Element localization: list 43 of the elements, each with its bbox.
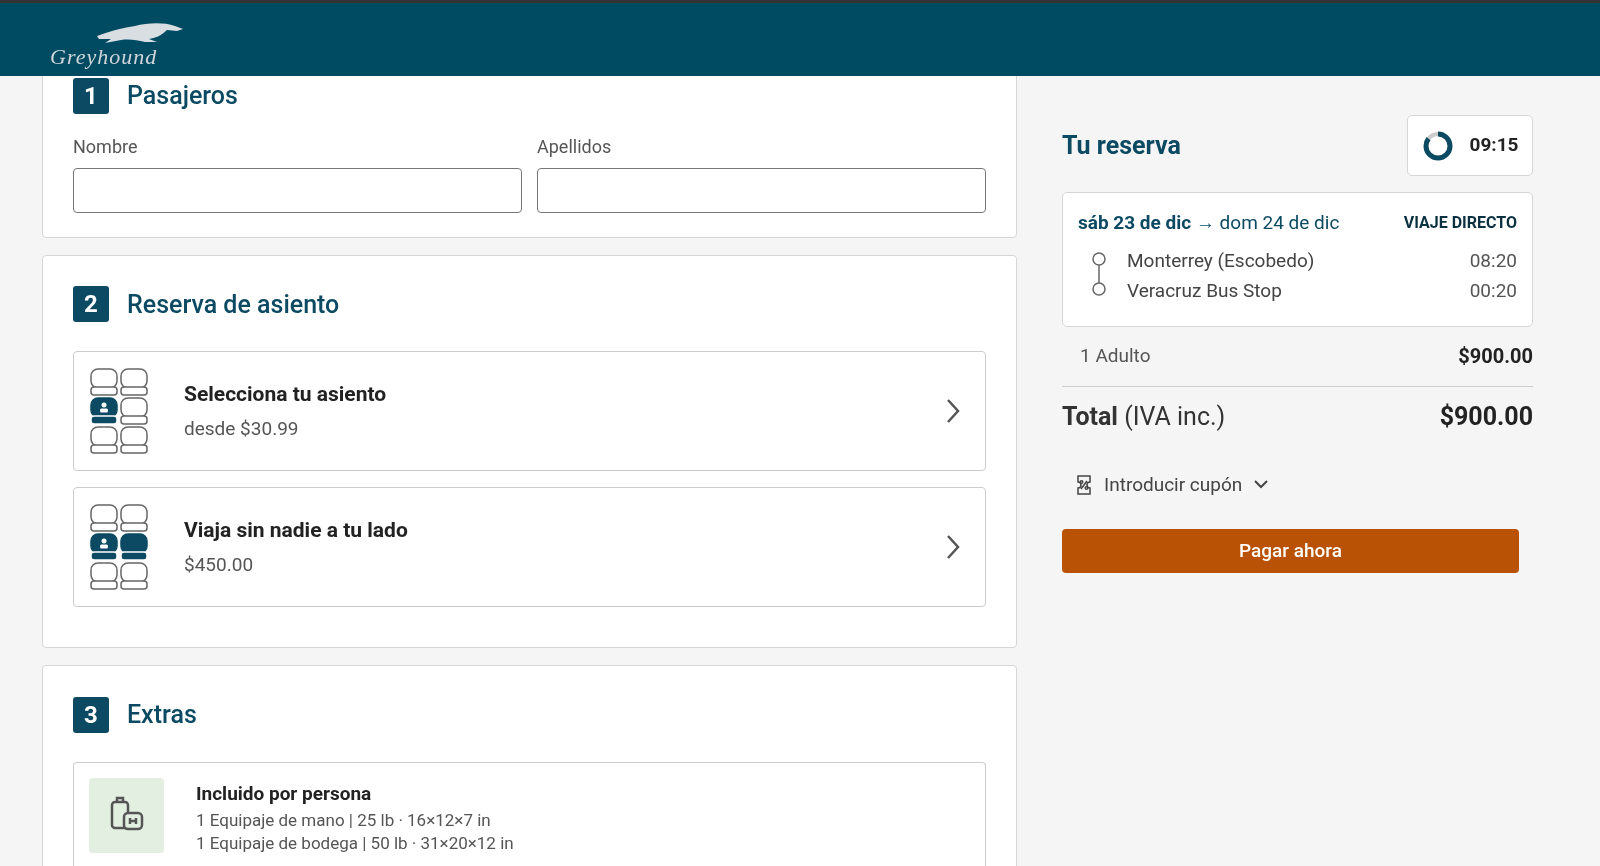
extras-title: Incluido por persona bbox=[196, 780, 373, 807]
section-title: Extras bbox=[127, 699, 197, 731]
field-label: Nombre bbox=[73, 134, 139, 159]
option-price: desde $30.99 bbox=[184, 415, 300, 442]
countdown-ring-icon bbox=[1421, 129, 1454, 162]
step-number: 2 bbox=[73, 286, 109, 323]
section-title: Pasajeros bbox=[127, 80, 238, 112]
fare-amount: $900.00 bbox=[1458, 343, 1533, 370]
stop-name: Veracruz Bus Stop bbox=[1127, 277, 1282, 304]
coupon-toggle[interactable]: Introducir cupón bbox=[1076, 470, 1269, 499]
trip-dates: sáb 23 de dic → dom 24 de dic bbox=[1078, 210, 1340, 236]
stop-name: Monterrey (Escobedo) bbox=[1127, 247, 1315, 274]
field-label: Apellidos bbox=[537, 134, 613, 159]
timer-text: 09:15 bbox=[1469, 132, 1519, 159]
trip-type-label: VIAJE DIRECTO bbox=[1403, 212, 1517, 235]
total-amount: $900.00 bbox=[1439, 400, 1533, 433]
total-label: Total (IVA inc.) bbox=[1062, 400, 1226, 433]
chevron-right-icon bbox=[946, 534, 960, 560]
seat-option[interactable]: Selecciona tu asiento desde $30.99 bbox=[73, 351, 986, 471]
seat-option[interactable]: Viaja sin nadie a tu lado $450.00 bbox=[73, 487, 986, 607]
stop-time: 08:20 bbox=[1469, 247, 1517, 274]
text-input[interactable] bbox=[537, 167, 986, 213]
section-title: Reserva de asiento bbox=[127, 288, 340, 321]
greyhound-dog-icon bbox=[95, 21, 185, 44]
coupon-icon bbox=[1076, 474, 1092, 495]
option-title: Viaja sin nadie a tu lado bbox=[184, 517, 409, 544]
text-input[interactable] bbox=[73, 167, 522, 213]
logo-text[interactable]: Greyhound bbox=[50, 39, 158, 73]
option-title: Selecciona tu asiento bbox=[184, 381, 388, 408]
chevron-down-icon bbox=[1254, 480, 1269, 490]
stop-time: 00:20 bbox=[1469, 277, 1517, 304]
booking-title: Tu reserva bbox=[1062, 129, 1181, 162]
option-price: $450.00 bbox=[184, 551, 255, 578]
route-line-icon bbox=[1091, 251, 1107, 296]
step-number: 3 bbox=[73, 696, 109, 733]
luggage-allowance: 1 Equipaje de mano | 25 lb · 16×12×7 in bbox=[196, 809, 492, 832]
pay-now-button[interactable]: Pagar ahora bbox=[1062, 529, 1519, 573]
seat-map-icon bbox=[89, 367, 149, 455]
chevron-right-icon bbox=[946, 398, 960, 424]
fare-label: 1 Adulto bbox=[1080, 342, 1151, 369]
seat-map-icon bbox=[89, 503, 149, 591]
luggage-allowance: 1 Equipaje de bodega | 50 lb · 31×20×12 in bbox=[196, 832, 514, 855]
step-number: 1 bbox=[73, 77, 109, 114]
